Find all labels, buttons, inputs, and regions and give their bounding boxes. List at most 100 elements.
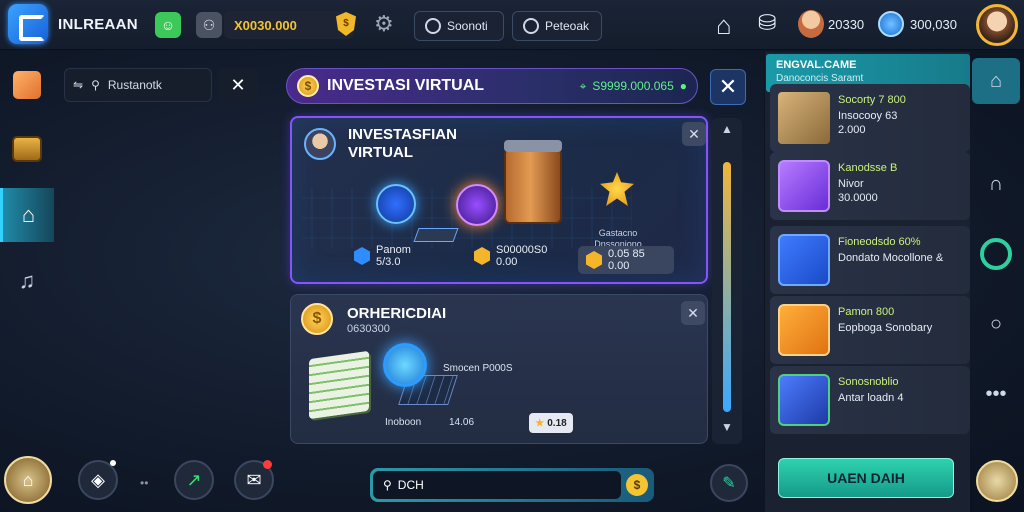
sidebar-item-chest[interactable] <box>4 124 50 174</box>
stat-value: 0.00 <box>608 260 630 272</box>
stat-label: S00000S0 <box>496 244 548 256</box>
main-action-button[interactable]: UAEN DAIH <box>778 458 954 498</box>
notification-dot <box>263 460 272 469</box>
house-icon: ⌂ <box>22 469 34 490</box>
home-icon[interactable]: ⌂ <box>972 58 1020 104</box>
panel-header-title: ENGVAL.CAME <box>776 59 857 71</box>
item-title: Sonosnoblio <box>838 376 899 388</box>
tab-label: Soonoti <box>447 19 488 33</box>
investment-card[interactable]: ✕ INVESTASFIAN VIRTUAL Gastacno Dnssonio… <box>290 116 708 284</box>
search-placeholder: Rustanotk <box>107 78 162 92</box>
stat-counter-1: 20330 <box>828 17 865 32</box>
close-panel-button[interactable]: ✕ <box>710 69 746 105</box>
card-label: Smocen P000S <box>443 363 513 374</box>
card-title: INVESTASFIAN VIRTUAL <box>348 126 457 161</box>
gold-box-icon <box>586 251 602 269</box>
scroll-down-icon[interactable]: ▼ <box>712 420 742 438</box>
message-icon: ✉ <box>246 469 262 490</box>
card-label: 14.06 <box>449 417 475 428</box>
filter-icon: ⇋ <box>73 78 84 92</box>
cube-icon <box>778 374 830 426</box>
scrollbar[interactable]: ▲ ▼ <box>712 118 742 444</box>
cube-icon <box>778 160 830 212</box>
main-header-bar: $ INVESTASI VIRTUAL ⌖ S9999.000.065 ● <box>286 68 698 104</box>
badge-button-icon[interactable] <box>976 460 1018 502</box>
item-line: Eopboga Sonobary <box>838 322 933 334</box>
tab-soonoti[interactable]: Soonoti <box>414 11 504 41</box>
search-input[interactable]: ⇋ ⚲ Rustanotk <box>64 68 212 102</box>
app-logo-icon[interactable] <box>8 4 48 44</box>
card-close-button[interactable]: ✕ <box>681 301 705 325</box>
vault-cabinet-icon[interactable] <box>504 140 562 224</box>
bottom-search-bar[interactable]: ⚲ DCH $ <box>370 468 654 502</box>
settings-gear-icon[interactable]: ⚙ <box>374 11 394 37</box>
circle-icon <box>425 18 441 34</box>
scroll-up-icon[interactable]: ▲ <box>712 122 742 140</box>
headphones-icon[interactable]: ∩ <box>976 164 1016 204</box>
search-icon: ⚲ <box>383 478 392 492</box>
other-card[interactable]: ✕ $ ORHERICDIAI 0630300 Smocen P000S Ino… <box>290 294 708 444</box>
robot-orb-icon[interactable] <box>383 343 427 387</box>
search-go-icon[interactable]: $ <box>626 474 648 496</box>
messages-button[interactable]: ✉ <box>234 460 274 500</box>
reward-value: 0.18 <box>547 417 567 429</box>
sidebar-item-shop[interactable] <box>4 60 50 110</box>
badge-button[interactable]: ◈ <box>78 460 118 500</box>
purple-node-icon[interactable] <box>456 184 498 226</box>
star-icon: ★ <box>535 417 545 429</box>
gamepad-icon[interactable]: ⚇ <box>196 12 222 38</box>
blue-gem-icon[interactable] <box>878 11 904 37</box>
tab-label: Peteoak <box>545 19 590 33</box>
profile-avatar[interactable] <box>976 4 1018 46</box>
circle-icon <box>523 18 539 34</box>
investor-avatar <box>304 128 336 160</box>
item-title: Fioneodsdo 60% <box>838 236 921 248</box>
blue-gem-icon <box>354 247 370 265</box>
item-title: Kanodsse B <box>838 162 898 174</box>
scroll-thumb[interactable] <box>723 162 731 412</box>
app-title: INLREAAN <box>58 16 138 33</box>
dollar-coin-icon: $ <box>301 303 333 335</box>
stat-counter-2: 300,030 <box>910 17 957 32</box>
more-dots-icon[interactable]: ••• <box>976 374 1016 414</box>
home-icon[interactable]: ⌂ <box>716 10 732 41</box>
stat-item-highlight[interactable]: 0.05 85 0.00 <box>578 246 674 274</box>
chat-icon[interactable]: ☺ <box>155 12 181 38</box>
coin-stack-icon[interactable]: ⛁ <box>758 10 776 36</box>
wrench-icon: ✎ <box>722 475 736 492</box>
ring-icon <box>980 238 1012 270</box>
bottom-search-input[interactable]: ⚲ DCH <box>373 471 621 499</box>
shield-node-icon[interactable] <box>376 184 416 224</box>
list-item[interactable]: Socorty 7 800 Insocooy 63 2.000 <box>770 84 970 152</box>
stat-item: S00000S0 0.00 <box>474 244 547 268</box>
card-label: Inoboon <box>385 417 422 428</box>
search-value: DCH <box>397 478 424 492</box>
green-check-icon: ● <box>679 79 687 93</box>
sidebar-item-music[interactable]: ♫ <box>4 256 50 306</box>
home-base-button[interactable]: ⌂ <box>4 456 52 504</box>
item-title: Socorty 7 800 <box>838 94 906 106</box>
separator-dots: •• <box>140 476 149 490</box>
balance-value: S9999.000.065 <box>592 79 674 93</box>
money-stack-icon <box>309 350 369 420</box>
close-search-button[interactable]: ✕ <box>218 68 258 102</box>
tab-peteoak[interactable]: Peteoak <box>512 11 602 41</box>
sidebar-item-home[interactable]: ⌂ <box>0 188 54 242</box>
list-item[interactable]: Kanodsse B Nivor 30.0000 <box>770 152 970 220</box>
item-line: Dondato Mocollone & <box>838 252 944 264</box>
list-item[interactable]: Sonosnoblio Antar loadn 4 <box>770 366 970 434</box>
item-title: Pamon 800 <box>838 306 895 318</box>
player-avatar-small[interactable] <box>798 10 824 38</box>
page-title: INVESTASI VIRTUAL <box>327 77 485 94</box>
list-item[interactable]: Fioneodsdo 60% Dondato Mocollone & <box>770 226 970 294</box>
card-close-button[interactable]: ✕ <box>682 122 706 146</box>
shield-icon: ◈ <box>91 469 105 490</box>
tool-button[interactable]: ✎ <box>710 464 748 502</box>
chat-bubble-icon[interactable]: ○ <box>976 304 1016 344</box>
list-item[interactable]: Pamon 800 Eopboga Sonobary <box>770 296 970 364</box>
card-title: ORHERICDIAI <box>347 305 447 322</box>
reward-pill[interactable]: ★ 0.18 <box>529 413 573 433</box>
stats-button[interactable]: ↗ <box>174 460 214 500</box>
network-ring-icon[interactable] <box>976 234 1016 274</box>
cube-icon <box>13 71 41 99</box>
